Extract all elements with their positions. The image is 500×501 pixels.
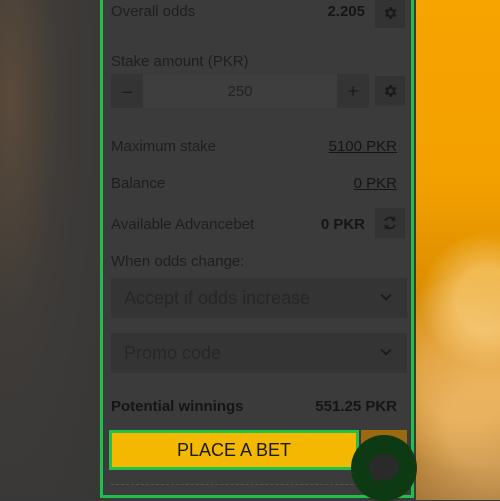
gear-icon (384, 85, 397, 97)
max-stake-label: Maximum stake (111, 138, 217, 155)
balance-label: Balance (111, 175, 166, 192)
stake-decrease-button[interactable]: – (111, 74, 143, 108)
overall-odds-label: Overall odds (111, 3, 196, 20)
advancebet-value: 0 PKR (320, 216, 365, 233)
balance-row: Balance 0 PKR (111, 175, 403, 195)
stake-input[interactable]: 250 (143, 74, 337, 108)
advancebet-row: Available Advancebet 0 PKR (111, 216, 403, 236)
stake-settings-button[interactable] (375, 76, 405, 106)
overall-odds-row: Overall odds 2.205 (111, 3, 403, 23)
odds-change-select[interactable]: Accept if odds increase (111, 278, 407, 318)
stake-stepper: – 250 + (111, 74, 369, 108)
chat-icon (369, 454, 399, 483)
odds-change-label: When odds change: (111, 253, 245, 270)
promo-code-field[interactable]: Promo code (111, 333, 407, 373)
bet-slip-panel: Overall odds 2.205 Stake amount (PKR) – … (100, 0, 414, 498)
page-background-right (416, 0, 500, 500)
chat-button[interactable] (351, 435, 417, 501)
max-stake-link[interactable]: 5100 PKR (329, 138, 397, 155)
stake-label: Stake amount (PKR) (111, 53, 249, 70)
odds-settings-button[interactable] (375, 0, 405, 28)
potential-winnings-label: Potential winnings (111, 398, 244, 415)
place-bet-button[interactable]: PLACE A BET (109, 430, 359, 470)
stake-increase-button[interactable]: + (337, 74, 369, 108)
balance-link[interactable]: 0 PKR (354, 175, 397, 192)
potential-winnings-value: 551.25 PKR (315, 398, 397, 415)
stake-row: Stake amount (PKR) (111, 53, 403, 73)
advancebet-label: Available Advancebet (111, 216, 255, 233)
advancebet-refresh-button[interactable] (375, 208, 405, 238)
refresh-icon (384, 216, 396, 230)
odds-change-selected: Accept if odds increase (124, 287, 311, 308)
page-background-left (0, 0, 100, 500)
max-stake-row: Maximum stake 5100 PKR (111, 138, 403, 158)
chevron-down-icon (380, 294, 392, 301)
potential-winnings-row: Potential winnings 551.25 PKR (111, 398, 403, 418)
overall-odds-value: 2.205 (327, 3, 365, 20)
gear-icon (384, 7, 397, 19)
promo-code-placeholder: Promo code (124, 342, 222, 363)
odds-change-row: When odds change: (111, 253, 403, 273)
chevron-down-icon (380, 349, 392, 356)
